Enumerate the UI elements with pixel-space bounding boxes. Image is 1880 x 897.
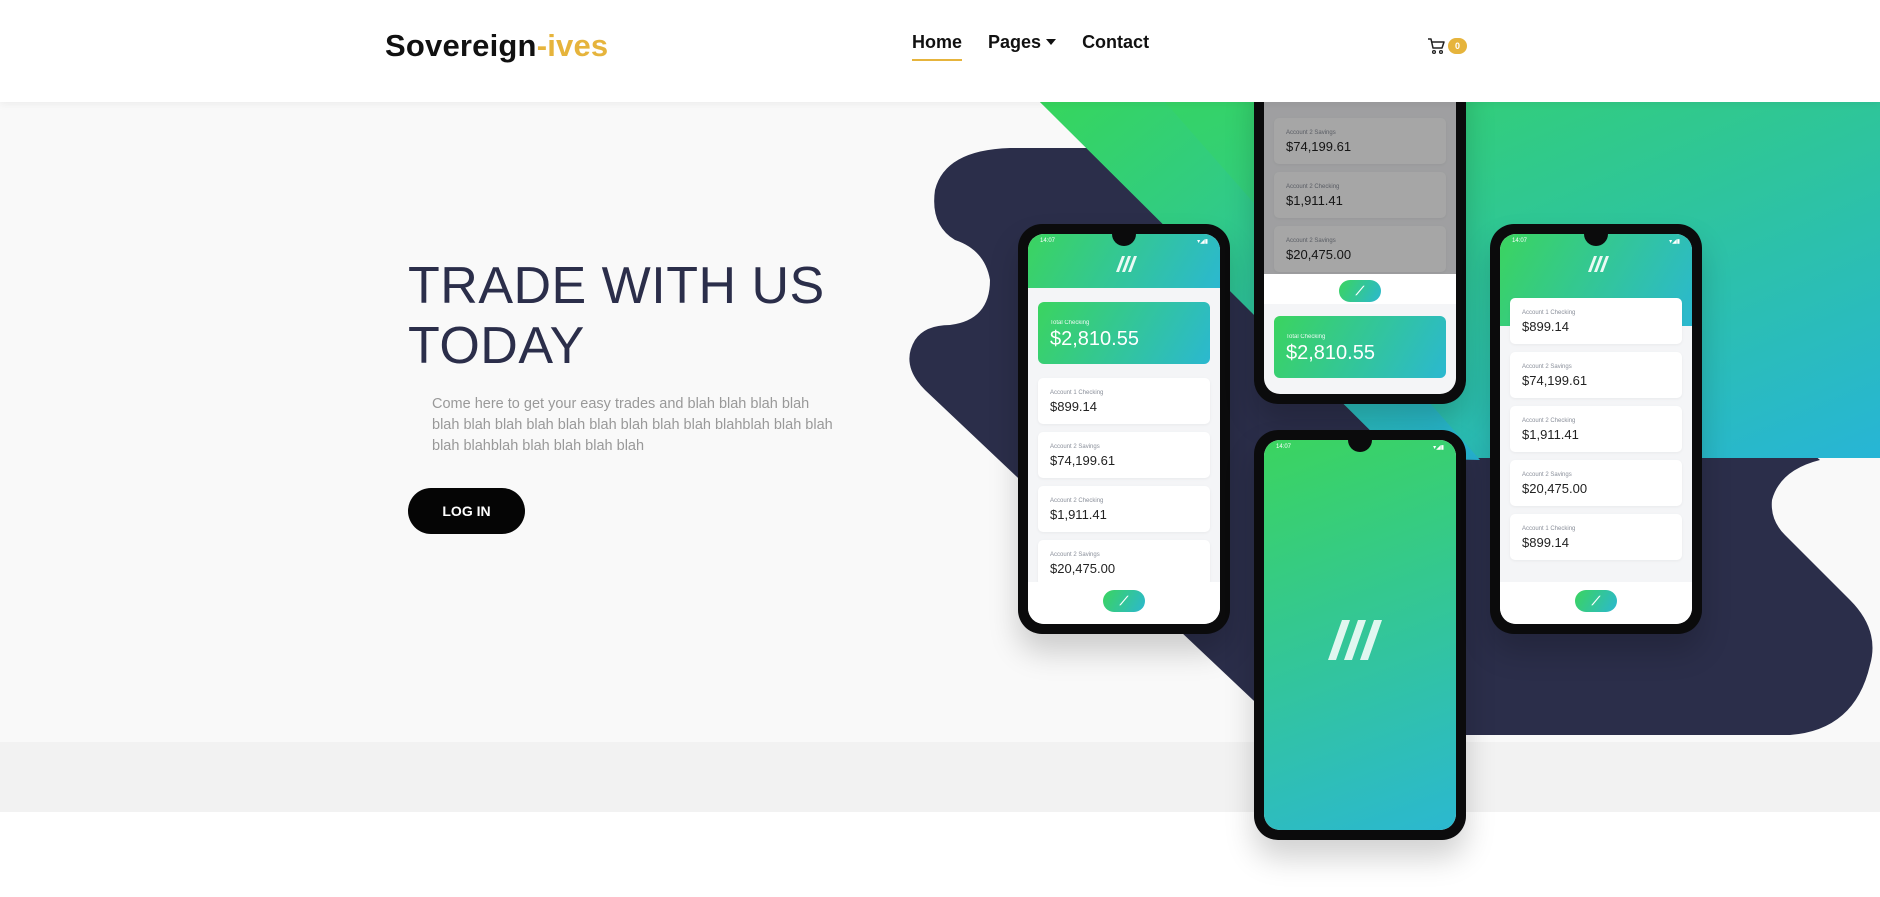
account-value: $20,475.00 [1522, 481, 1588, 496]
app-logo-icon [1116, 256, 1137, 272]
phone-mockup-right: 14:07 ▾◢▮ Account 1 Checking $899.14 Accou… [1490, 224, 1702, 634]
app-logo-icon [1328, 620, 1382, 660]
account-label: Account 2 Savings [1522, 472, 1572, 478]
transfer-fab-button[interactable]: ⟋ [1339, 280, 1381, 302]
transfer-fab-button[interactable]: ⟋ [1575, 590, 1617, 612]
account-value: $74,199.61 [1522, 373, 1588, 388]
nav-pages-dropdown[interactable]: Pages [988, 32, 1057, 61]
section-divider-band [0, 742, 1880, 812]
hero-title-line1: TRADE WITH US [408, 257, 825, 315]
phone-screen: Account 2 Savings $74,199.61 Account 2 Ch… [1264, 72, 1456, 394]
nav-home[interactable]: Home [912, 32, 963, 61]
nav-contact[interactable]: Contact [1082, 32, 1149, 61]
account-card[interactable]: Account 2 Savings $20,475.00 [1038, 540, 1210, 586]
site-header: Sovereign-ives Home Pages Contact 0 [0, 0, 1880, 102]
total-checking-card[interactable]: Total Checking $2,810.55 [1038, 302, 1210, 364]
status-time: 14:07 [1512, 238, 1528, 244]
app-logo-icon [1588, 256, 1609, 272]
total-label: Total Checking [1286, 334, 1326, 340]
hero-description: Come here to get your easy trades and bl… [432, 396, 833, 454]
phone-mockup-top: Account 2 Savings $74,199.61 Account 2 Ch… [1254, 62, 1466, 404]
cart-count-badge: 0 [1448, 38, 1468, 54]
transfer-fab-button[interactable]: ⟋ [1103, 590, 1145, 612]
account-label: Account 1 Checking [1050, 390, 1104, 396]
app-bottom-bar: ⟋ [1500, 582, 1692, 624]
hero-title: TRADE WITH US TODAY [408, 256, 825, 376]
account-label: Account 2 Savings [1050, 552, 1100, 558]
caret-down-icon [1046, 39, 1057, 45]
total-value: $2,810.55 [1050, 328, 1139, 350]
phone-mockup-splash: 14:07 ▾◢▮ [1254, 430, 1466, 840]
account-value: $899.14 [1522, 319, 1569, 334]
login-button[interactable]: LOG IN [408, 488, 525, 534]
account-card[interactable]: Account 2 Savings $74,199.61 [1038, 432, 1210, 478]
account-label: Account 2 Checking [1522, 418, 1576, 424]
account-card[interactable]: Account 1 Checking $899.14 [1038, 378, 1210, 424]
total-label: Total Checking [1050, 320, 1090, 326]
account-value: $899.14 [1522, 535, 1569, 550]
status-time: 14:07 [1040, 238, 1056, 244]
account-value: $899.14 [1050, 399, 1097, 414]
account-value: $20,475.00 [1050, 561, 1116, 576]
nav-pages-label: Pages [988, 32, 1042, 52]
status-icons: ▾◢▮ [1197, 239, 1208, 245]
cart-button[interactable]: 0 [1426, 36, 1468, 56]
overlay-dim [1264, 72, 1456, 274]
total-checking-card[interactable]: Total Checking $2,810.55 [1274, 316, 1446, 378]
account-card[interactable]: Account 2 Savings $74,199.61 [1510, 352, 1682, 398]
account-label: Account 2 Savings [1050, 444, 1100, 450]
phone-screen: 14:07 ▾◢▮ Total Checking $2,810.55 Account… [1028, 234, 1220, 624]
account-card[interactable]: Account 1 Checking $899.14 [1510, 298, 1682, 344]
site-logo[interactable]: Sovereign-ives [385, 28, 608, 64]
hero-title-line2: TODAY [408, 317, 585, 375]
account-card[interactable]: Account 2 Savings $20,475.00 [1510, 460, 1682, 506]
account-card[interactable]: Account 2 Checking $1,911.41 [1510, 406, 1682, 452]
account-card[interactable]: Account 2 Checking $1,911.41 [1038, 486, 1210, 532]
phone-mockup-left: 14:07 ▾◢▮ Total Checking $2,810.55 Account… [1018, 224, 1230, 634]
cart-icon [1428, 38, 1445, 55]
account-label: Account 2 Checking [1050, 498, 1104, 504]
status-icons: ▾◢▮ [1433, 445, 1444, 451]
account-value: $74,199.61 [1050, 453, 1116, 468]
main-nav: Home Pages Contact [912, 32, 1149, 61]
phone-screen: 14:07 ▾◢▮ Account 1 Checking $899.14 Accou… [1500, 234, 1692, 624]
logo-main: Sovereign [385, 28, 537, 63]
status-time: 14:07 [1276, 444, 1292, 450]
app-bottom-bar: ⟋ [1028, 582, 1220, 624]
total-value: $2,810.55 [1286, 342, 1375, 364]
account-value: $1,911.41 [1050, 507, 1107, 522]
account-label: Account 1 Checking [1522, 526, 1576, 532]
logo-accent: -ives [536, 28, 609, 63]
account-card[interactable]: Account 1 Checking $899.14 [1510, 514, 1682, 560]
account-label: Account 2 Savings [1522, 364, 1572, 370]
account-value: $1,911.41 [1522, 427, 1579, 442]
account-label: Account 1 Checking [1522, 310, 1576, 316]
status-icons: ▾◢▮ [1669, 239, 1680, 245]
phone-screen: 14:07 ▾◢▮ [1264, 440, 1456, 830]
